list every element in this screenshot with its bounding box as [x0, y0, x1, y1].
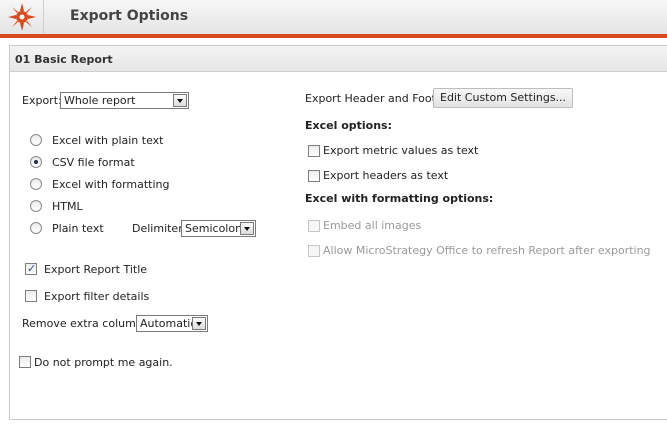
embed-images-checkbox[interactable] — [308, 220, 320, 232]
panel-title: 01 Basic Report — [15, 53, 113, 66]
format-label-csv: CSV file format — [52, 156, 135, 169]
headers-text-checkbox[interactable] — [308, 170, 320, 182]
format-radio-excel-formatting[interactable] — [30, 178, 42, 190]
page-title: Export Options — [70, 8, 189, 24]
metric-values-text-label: Export metric values as text — [323, 144, 479, 157]
delimiter-value: Semicolon — [185, 222, 243, 235]
edit-custom-settings-button[interactable]: Edit Custom Settings... — [433, 88, 574, 108]
export-filter-details-label: Export filter details — [44, 290, 150, 303]
export-filter-details-checkbox[interactable] — [25, 290, 37, 302]
export-report-title-checkbox[interactable]: ✓ — [25, 262, 37, 275]
allow-refresh-label: Allow MicroStrategy Office to refresh Re… — [323, 244, 651, 257]
format-label-excel-plain: Excel with plain text — [52, 134, 164, 147]
format-radio-html[interactable] — [30, 200, 42, 212]
remove-column-label: Remove extra column: — [22, 317, 147, 330]
format-label-excel-formatting: Excel with formatting — [52, 178, 170, 191]
format-label-plain-text: Plain text — [52, 222, 104, 235]
logo-box — [0, 0, 44, 34]
remove-column-value: Automatic — [140, 317, 197, 330]
excel-options-title: Excel options: — [305, 119, 392, 132]
header-accent-rule — [0, 34, 667, 38]
export-scope-select[interactable]: Whole report — [60, 92, 189, 109]
format-radio-csv[interactable] — [30, 156, 42, 168]
chevron-down-icon[interactable] — [240, 222, 254, 235]
export-report-title-label: Export Report Title — [44, 263, 148, 276]
checkmark-icon: ✓ — [27, 262, 37, 275]
embed-images-label: Embed all images — [323, 219, 422, 232]
do-not-prompt-checkbox[interactable] — [19, 356, 31, 368]
microstrategy-logo-icon — [8, 3, 36, 31]
chevron-down-icon[interactable] — [173, 94, 187, 107]
metric-values-text-checkbox[interactable] — [308, 145, 320, 157]
app-header: Export Options — [0, 0, 667, 34]
do-not-prompt-label: Do not prompt me again. — [34, 356, 173, 369]
format-radio-excel-plain[interactable] — [30, 134, 42, 146]
format-label-html: HTML — [52, 200, 83, 213]
panel-header: 01 Basic Report — [10, 46, 667, 72]
formatting-options-title: Excel with formatting options: — [305, 192, 494, 205]
export-scope-value: Whole report — [64, 94, 136, 107]
format-radio-plain-text[interactable] — [30, 222, 42, 234]
header-footer-label: Export Header and Footer: — [305, 92, 451, 105]
headers-text-label: Export headers as text — [323, 169, 449, 182]
allow-refresh-checkbox[interactable] — [308, 245, 320, 257]
export-label: Export: — [22, 94, 62, 107]
delimiter-label: Delimiter: — [132, 222, 187, 235]
delimiter-select[interactable]: Semicolon — [181, 220, 256, 237]
remove-column-select[interactable]: Automatic — [136, 315, 208, 332]
chevron-down-icon[interactable] — [192, 317, 206, 330]
